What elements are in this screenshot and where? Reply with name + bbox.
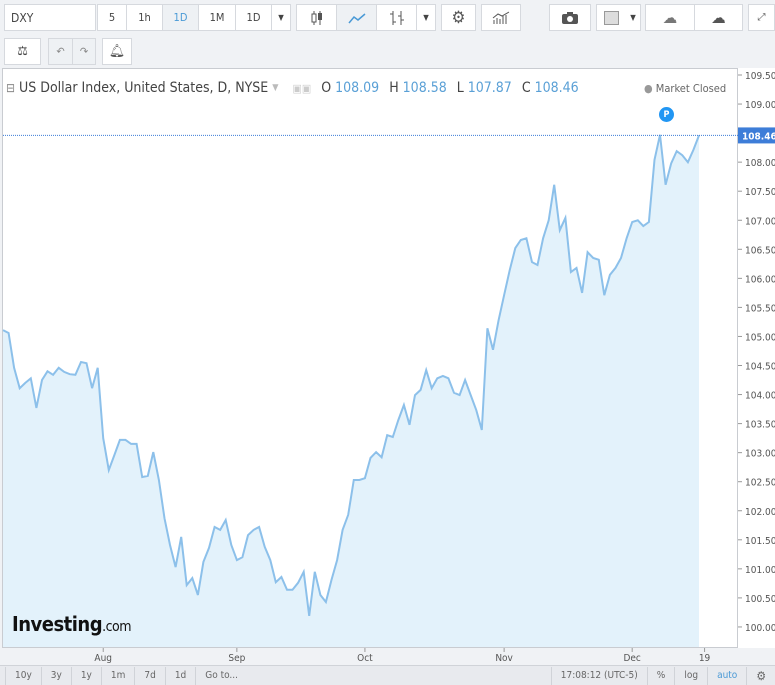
y-tick-label: 107.00 [745,216,775,227]
low-value: 107.87 [467,80,512,96]
market-status-text: Market Closed [655,82,727,95]
y-tick-label: 104.50 [745,362,775,373]
log-toggle[interactable]: log [675,666,709,685]
chart-svg: 109.50109.00108.50108.00107.50107.00106.… [2,71,775,664]
chevron-down-icon[interactable]: ▼ [272,83,278,93]
settings-gear-icon[interactable]: ⚙ [747,667,775,685]
range-1d[interactable]: 1d [166,666,197,685]
high-label: H [389,80,399,96]
legend-title: US Dollar Index, United States, D, NYSE [19,80,269,96]
auto-toggle[interactable]: auto [708,666,748,685]
x-tick-label: Oct [357,653,373,664]
y-tick-label: 103.50 [745,420,775,431]
y-tick-label: 105.50 [745,303,775,314]
low-label: L [456,80,464,96]
legend-settings-icon[interactable]: ▣▣ [293,82,312,95]
y-tick-label: 101.00 [745,565,775,576]
market-status: ● Market Closed [644,82,727,95]
percent-toggle[interactable]: % [648,666,676,685]
y-tick-label: 102.50 [745,478,775,489]
y-tick-label: 101.50 [745,536,775,547]
y-tick-label: 105.00 [745,332,775,343]
area-fill [3,134,699,648]
last-price-label: 108.46 [742,131,775,142]
y-tick-label: 102.00 [745,507,775,518]
open-label: O [321,80,332,96]
high-value: 108.58 [402,80,447,96]
range-7d[interactable]: 7d [135,666,166,685]
range-1m[interactable]: 1m [102,666,136,685]
range-3y[interactable]: 3y [42,666,72,685]
collapse-icon[interactable]: ⊟ [6,81,15,95]
x-tick-label: Dec [623,653,640,664]
y-tick-label: 107.50 [745,187,775,198]
y-tick-label: 104.00 [745,391,775,402]
y-tick-label: 108.00 [745,158,775,169]
x-tick-label: 19 [699,653,711,664]
investing-logo: Investing.com [12,612,132,636]
y-tick-label: 109.50 [745,71,775,82]
range-1y[interactable]: 1y [72,666,102,685]
y-tick-label: 106.50 [745,245,775,256]
y-tick-label: 100.00 [745,623,775,634]
open-value: 108.09 [335,80,380,96]
clock: 17:08:12 (UTC-5) [552,666,648,685]
y-tick-label: 100.50 [745,594,775,605]
goto-button[interactable]: Go to... [196,666,552,685]
y-tick-label: 103.00 [745,449,775,460]
range-10y[interactable]: 10y [5,666,42,685]
x-tick-label: Nov [495,653,513,664]
y-tick-label: 106.00 [745,274,775,285]
chart-legend: ⊟ US Dollar Index, United States, D, NYS… [6,80,579,96]
marker-p-badge[interactable]: P [659,107,674,122]
x-tick-label: Sep [228,653,245,664]
close-value: 108.46 [534,80,579,96]
close-label: C [521,80,531,96]
y-tick-label: 109.00 [745,100,775,111]
bottom-toolbar: 10y 3y 1y 1m 7d 1d Go to... 17:08:12 (UT… [0,665,775,685]
x-tick-label: Aug [94,653,112,664]
